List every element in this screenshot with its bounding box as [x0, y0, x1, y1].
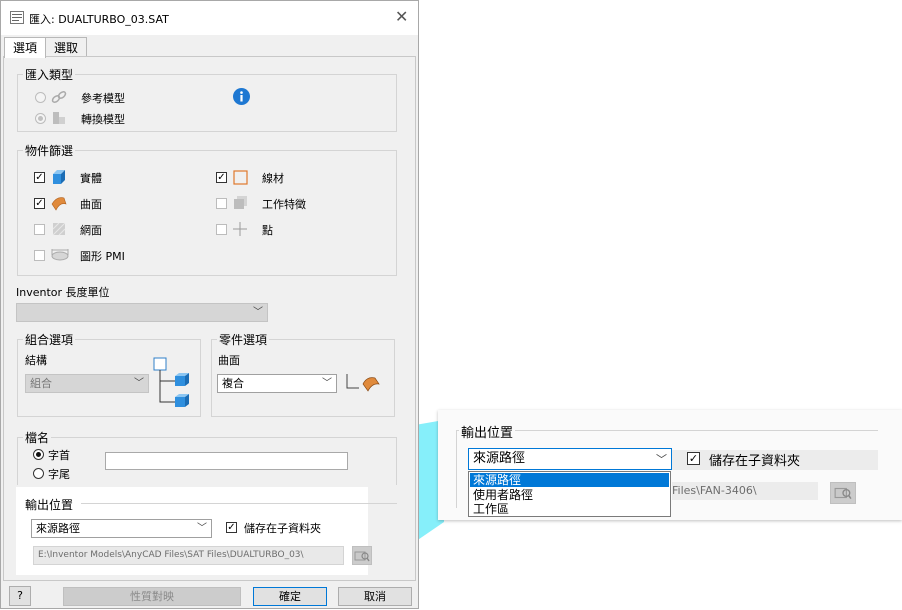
- composite-surface-icon: [346, 374, 380, 392]
- chevron-down-icon: ﹀: [656, 453, 667, 466]
- chevron-down-icon: ﹀: [322, 378, 332, 389]
- cancel-label: 取消: [364, 590, 386, 603]
- points-checkbox[interactable]: [216, 224, 227, 235]
- callout-browse-button[interactable]: [830, 482, 856, 504]
- property-mapping-label: 性質對映: [130, 590, 174, 603]
- surface-label: 曲面: [80, 198, 102, 211]
- graphic-pmi-checkbox[interactable]: [34, 250, 45, 261]
- callout-location-select[interactable]: 來源路徑 ﹀: [468, 448, 672, 470]
- point-icon: [233, 222, 247, 236]
- callout-path-field: Files\FAN-3406\: [672, 482, 818, 500]
- part-surface-value: 複合: [222, 377, 244, 390]
- chevron-down-icon: ﹀: [134, 378, 144, 389]
- structure-value: 組合: [30, 377, 52, 390]
- output-divider: [81, 503, 397, 504]
- structure-select[interactable]: 組合 ﹀: [25, 374, 149, 393]
- suffix-radio[interactable]: [33, 468, 44, 479]
- close-icon[interactable]: ✕: [395, 7, 408, 26]
- part-options-label: 零件選項: [217, 331, 270, 348]
- length-unit-select[interactable]: ﹀: [16, 303, 268, 322]
- dropdown-option-workspace[interactable]: 工作區: [470, 502, 669, 516]
- points-label: 點: [262, 224, 273, 237]
- solid-checkbox[interactable]: ✓: [34, 172, 45, 183]
- work-features-checkbox[interactable]: [216, 198, 227, 209]
- save-subfolder-checkbox[interactable]: ✓: [226, 522, 237, 533]
- prefix-radio[interactable]: [33, 449, 44, 460]
- ok-button[interactable]: 確定: [253, 587, 327, 606]
- property-mapping-button[interactable]: 性質對映: [63, 587, 241, 606]
- length-unit-label: Inventor 長度單位: [16, 286, 110, 299]
- filename-input[interactable]: [105, 452, 348, 470]
- import-dialog: 匯入: DUALTURBO_03.SAT ✕ 選項 選取 匯入類型 參考模型 轉…: [0, 0, 419, 609]
- save-subfolder-label: 儲存在子資料夾: [244, 522, 321, 535]
- help-button[interactable]: ?: [9, 586, 31, 606]
- output-location-label: 輸出位置: [23, 496, 76, 513]
- import-app-icon: [10, 11, 24, 24]
- import-type-label: 匯入類型: [23, 66, 76, 83]
- solid-label: 實體: [80, 172, 102, 185]
- folder-search-icon: [354, 551, 370, 562]
- tab-selection[interactable]: 選取: [45, 37, 88, 58]
- work-feature-icon: [234, 196, 247, 209]
- reference-model-radio[interactable]: [35, 92, 46, 103]
- callout-save-subfolder-label: 儲存在子資料夾: [709, 454, 801, 469]
- title-bar: 匯入: DUALTURBO_03.SAT ✕: [1, 1, 418, 35]
- dropdown-option-user-path[interactable]: 使用者路徑: [470, 488, 669, 502]
- surface-icon: [51, 197, 67, 211]
- tab-options[interactable]: 選項: [4, 37, 47, 58]
- output-location-select[interactable]: 來源路徑 ﹀: [31, 519, 212, 538]
- assembly-options-label: 組合選項: [23, 331, 76, 348]
- folder-search-icon: [834, 487, 852, 500]
- assembly-tree-icon: [153, 357, 189, 407]
- part-surface-select[interactable]: 複合 ﹀: [217, 374, 337, 393]
- suffix-label: 字尾: [48, 468, 70, 481]
- tab-label: 選項: [13, 41, 38, 55]
- wire-label: 線材: [262, 172, 284, 185]
- callout-save-subfolder-checkbox[interactable]: ✓: [687, 452, 700, 465]
- surface-checkbox[interactable]: ✓: [34, 198, 45, 209]
- help-icon: ?: [17, 589, 23, 602]
- structure-label: 結構: [25, 354, 47, 367]
- browse-button[interactable]: [352, 546, 372, 565]
- wire-checkbox[interactable]: ✓: [216, 172, 227, 183]
- mesh-checkbox[interactable]: [34, 224, 45, 235]
- info-icon[interactable]: [233, 88, 250, 105]
- convert-model-label: 轉換模型: [81, 113, 125, 126]
- mesh-label: 網面: [80, 224, 102, 237]
- chevron-down-icon: ﹀: [197, 523, 207, 534]
- mesh-icon: [52, 222, 66, 236]
- wire-icon: [233, 170, 248, 185]
- cancel-button[interactable]: 取消: [338, 587, 412, 606]
- output-path-field: E:\Inventor Models\AnyCAD Files\SAT File…: [33, 546, 344, 565]
- object-filter-group: [17, 150, 397, 276]
- work-features-label: 工作特徵: [262, 198, 306, 211]
- output-location-dropdown-list: 來源路徑 使用者路徑 工作區: [468, 471, 671, 517]
- tab-label: 選取: [54, 41, 79, 55]
- solid-cube-icon: [53, 170, 65, 184]
- callout-location-value: 來源路徑: [473, 451, 526, 466]
- convert-model-radio[interactable]: [35, 113, 46, 124]
- reference-model-label: 參考模型: [81, 92, 125, 105]
- ok-label: 確定: [279, 590, 301, 603]
- dropdown-option-source-path[interactable]: 來源路徑: [470, 473, 669, 487]
- prefix-label: 字首: [48, 449, 70, 462]
- part-icon: [53, 112, 65, 124]
- filename-label: 檔名: [23, 429, 52, 446]
- pmi-icon: [51, 249, 69, 261]
- chevron-down-icon: ﹀: [253, 307, 263, 318]
- callout-group-label: 輸出位置: [459, 422, 516, 441]
- window-title: 匯入: DUALTURBO_03.SAT: [29, 13, 169, 26]
- link-icon: [51, 91, 67, 103]
- graphic-pmi-label: 圖形 PMI: [80, 250, 125, 263]
- output-location-value: 來源路徑: [36, 522, 80, 535]
- part-surface-label: 曲面: [218, 354, 240, 367]
- object-filter-label: 物件篩選: [23, 142, 76, 159]
